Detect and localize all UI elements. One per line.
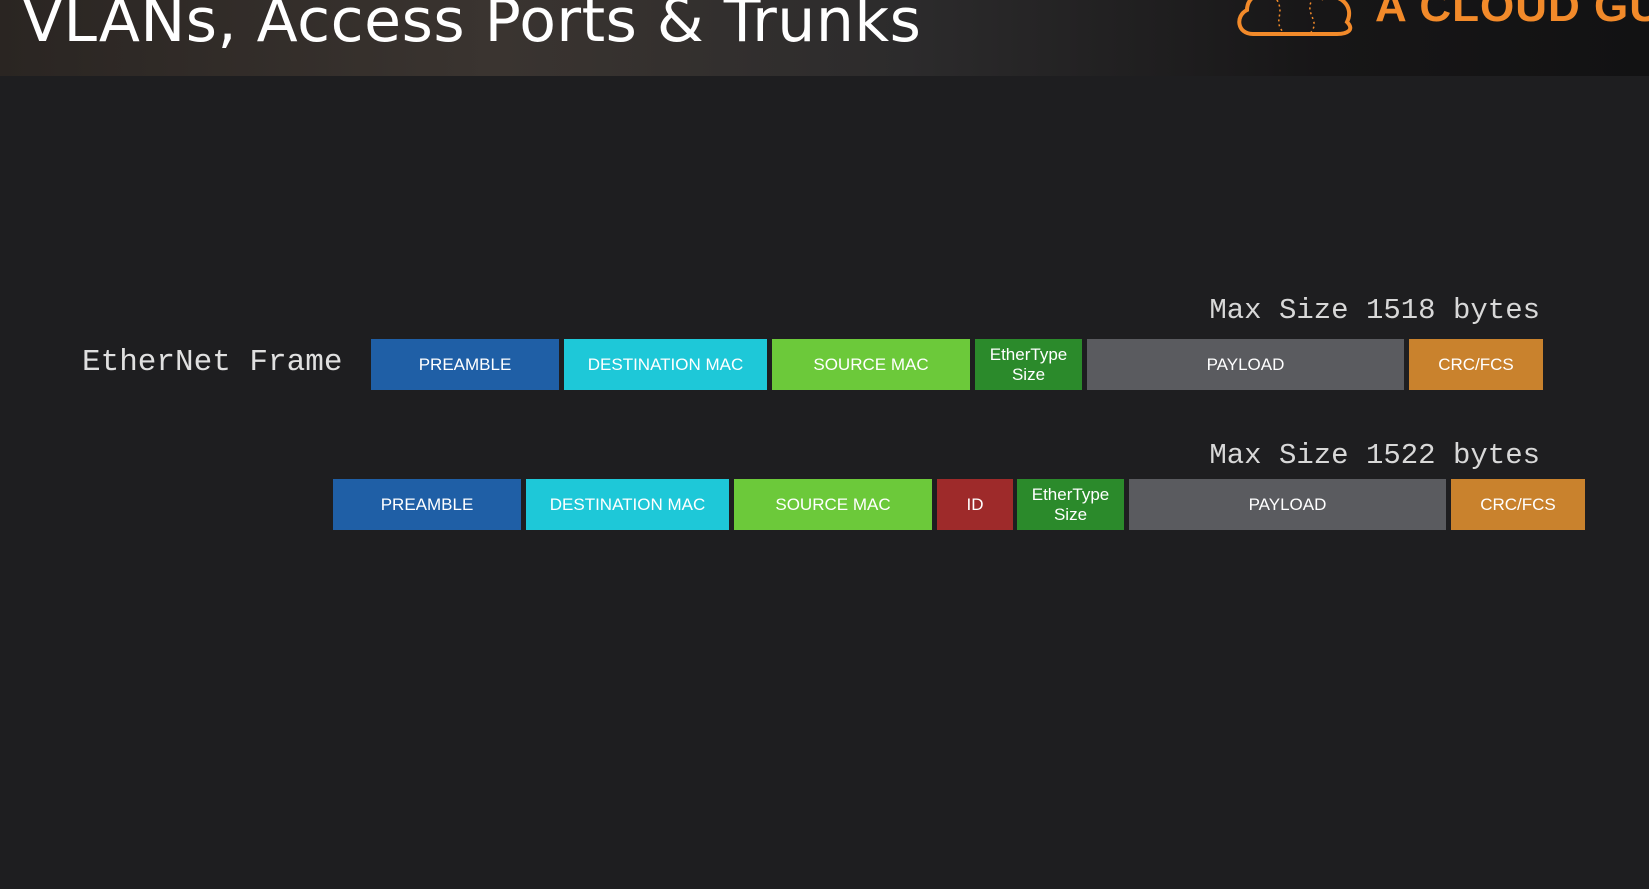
cloud-logo-icon bbox=[1237, 0, 1353, 36]
frame1-preamble-field: PREAMBLE bbox=[371, 339, 559, 390]
field-label-line1: EtherType bbox=[1031, 484, 1110, 504]
frame2-ethertype-field: EtherType Size bbox=[1017, 479, 1124, 530]
frame2-crc-field: CRC/FCS bbox=[1451, 479, 1585, 530]
field-label: PAYLOAD bbox=[1248, 494, 1327, 514]
frame1-destination-mac-field: DESTINATION MAC bbox=[564, 339, 767, 390]
frame2-destination-mac-field: DESTINATION MAC bbox=[526, 479, 729, 530]
frame1-payload-field: PAYLOAD bbox=[1087, 339, 1404, 390]
frame2-max-size: Max Size 1522 bytes bbox=[1209, 439, 1540, 472]
field-label-line1: EtherType bbox=[989, 344, 1068, 364]
frame1-max-size: Max Size 1518 bytes bbox=[1209, 294, 1540, 327]
frame1-source-mac-field: SOURCE MAC bbox=[772, 339, 970, 390]
frame1-label: EtherNet Frame bbox=[82, 345, 343, 380]
frame2-preamble-field: PREAMBLE bbox=[333, 479, 521, 530]
brand-name: A CLOUD GURU bbox=[1375, 0, 1649, 31]
frame2-source-mac-field: SOURCE MAC bbox=[734, 479, 932, 530]
field-label: ID bbox=[966, 494, 984, 514]
page-title: VLANs, Access Ports & Trunks bbox=[22, 0, 922, 56]
frame2-payload-field: PAYLOAD bbox=[1129, 479, 1446, 530]
field-label: PREAMBLE bbox=[380, 494, 474, 514]
field-label: DESTINATION MAC bbox=[587, 354, 744, 374]
field-label: SOURCE MAC bbox=[813, 354, 929, 374]
field-label: SOURCE MAC bbox=[775, 494, 891, 514]
field-label-line2: Size bbox=[1053, 504, 1088, 524]
field-label: PAYLOAD bbox=[1206, 354, 1285, 374]
field-label: DESTINATION MAC bbox=[549, 494, 706, 514]
frame1-ethertype-field: EtherType Size bbox=[975, 339, 1082, 390]
field-label: CRC/FCS bbox=[1438, 354, 1514, 374]
frame2-vlan-id-field: ID bbox=[937, 479, 1013, 530]
field-label-line2: Size bbox=[1011, 364, 1046, 384]
frame1-crc-field: CRC/FCS bbox=[1409, 339, 1543, 390]
field-label: PREAMBLE bbox=[418, 354, 512, 374]
field-label: CRC/FCS bbox=[1480, 494, 1556, 514]
header-bar: VLANs, Access Ports & Trunks A CLOUD GUR… bbox=[0, 0, 1649, 76]
